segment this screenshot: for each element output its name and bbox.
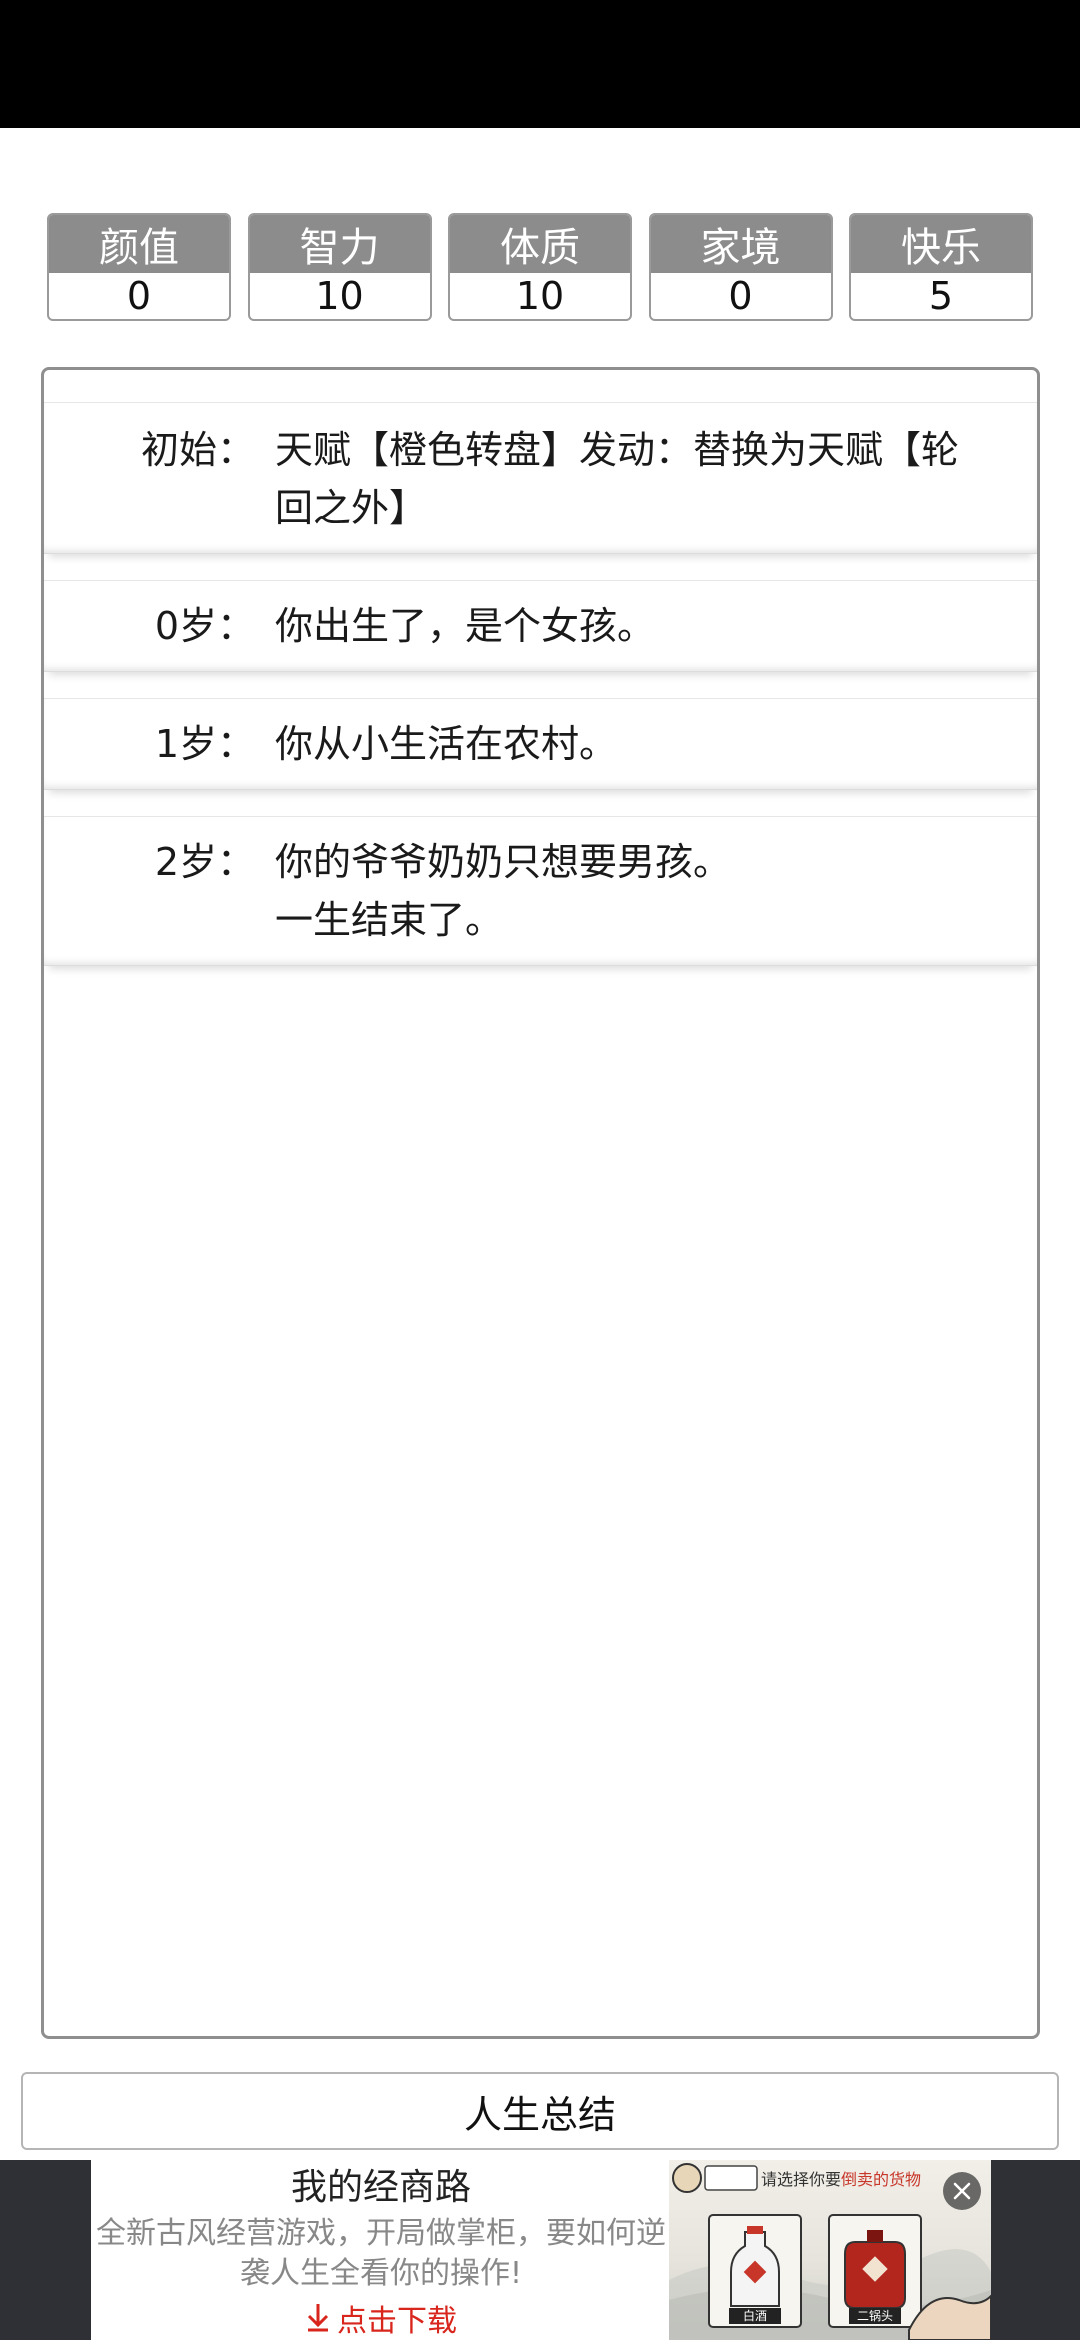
close-icon[interactable] (943, 2172, 981, 2210)
log-entry-text: 你的爷爷奶奶只想要男孩。 一生结束了。 (275, 833, 997, 949)
ad-image-caption: 请选择你要倒卖的货物 (761, 2166, 921, 2190)
ad-card[interactable]: 我的经商路 全新古风经营游戏，开局做掌柜，要如何逆 袭人生全看你的操作! 点击下… (91, 2160, 991, 2340)
life-summary-button[interactable]: 人生总结 (21, 2072, 1059, 2150)
log-entry-age-1: 1岁： 你从小生活在农村。 (44, 698, 1037, 790)
stat-value: 5 (928, 274, 954, 318)
status-bar (0, 0, 1080, 128)
stat-value: 0 (728, 274, 753, 318)
stat-value: 10 (315, 274, 364, 318)
stat-label: 体质 (450, 215, 630, 273)
life-log-panel[interactable]: 初始： 天赋【橙色转盘】发动：替换为天赋【轮 回之外】 0岁： 你出生了，是个女… (41, 367, 1040, 2039)
ad-item-right-label: 二锅头 (856, 2309, 893, 2323)
stat-label: 家境 (650, 215, 831, 273)
stat-intelligence: 智力 10 (247, 213, 432, 321)
log-entry-age: 2岁： (154, 840, 255, 884)
stat-label: 颜值 (49, 215, 229, 273)
ad-description-line: 袭人生全看你的操作! (239, 2256, 523, 2291)
log-entry-line: 你出生了，是个女孩。 (275, 604, 656, 648)
ad-download-link[interactable]: 点击下载 (91, 2300, 671, 2345)
ad-image-caption-highlight: 倒卖的货物 (841, 2170, 922, 2189)
ad-image-caption-prefix: 请选择你要 (761, 2170, 842, 2189)
log-entry-line: 天赋【橙色转盘】发动：替换为天赋【轮 (275, 428, 960, 472)
log-entry-age: 初始： (140, 428, 255, 472)
attribute-panel: 颜值 0 智力 10 体质 10 家境 0 快乐 5 (47, 213, 1033, 323)
ad-item-left-label: 白酒 (742, 2309, 767, 2323)
log-entry-text: 你从小生活在农村。 (275, 715, 997, 773)
stat-label: 快乐 (851, 215, 1031, 273)
stat-family-wealth: 家境 0 (648, 213, 833, 321)
ad-description-line: 全新古风经营游戏，开局做掌柜，要如何逆 (96, 2216, 666, 2251)
stat-label: 智力 (249, 215, 430, 273)
stat-constitution: 体质 10 (448, 213, 632, 321)
log-entry-age-2: 2岁： 你的爷爷奶奶只想要男孩。 一生结束了。 (44, 816, 1037, 966)
stat-happiness: 快乐 5 (849, 213, 1033, 321)
download-icon (305, 2301, 331, 2345)
log-entry-initial: 初始： 天赋【橙色转盘】发动：替换为天赋【轮 回之外】 (44, 402, 1037, 554)
log-entry-line: 你的爷爷奶奶只想要男孩。 (275, 840, 732, 884)
ad-banner: 我的经商路 全新古风经营游戏，开局做掌柜，要如何逆 袭人生全看你的操作! 点击下… (0, 2160, 1080, 2340)
ad-image[interactable]: 请选择你要倒卖的货物 白酒 二锅头 (669, 2160, 991, 2340)
log-entry-age: 1岁： (154, 722, 255, 766)
ad-description: 全新古风经营游戏，开局做掌柜，要如何逆 袭人生全看你的操作! (91, 2214, 671, 2294)
log-entry-age-0: 0岁： 你出生了，是个女孩。 (44, 580, 1037, 672)
stat-value: 0 (126, 274, 152, 318)
ad-title: 我的经商路 (290, 2167, 471, 2208)
log-entry-line: 你从小生活在农村。 (275, 722, 618, 766)
stat-appearance: 颜值 0 (47, 213, 231, 321)
log-entry-text: 你出生了，是个女孩。 (275, 597, 997, 655)
stat-value: 10 (515, 274, 565, 318)
log-entry-text: 天赋【橙色转盘】发动：替换为天赋【轮 回之外】 (275, 421, 997, 537)
ad-cta-label: 点击下载 (337, 2304, 457, 2339)
log-entry-line: 一生结束了。 (275, 898, 504, 942)
log-entry-age: 0岁： (154, 604, 255, 648)
log-entry-line: 回之外】 (275, 486, 428, 530)
